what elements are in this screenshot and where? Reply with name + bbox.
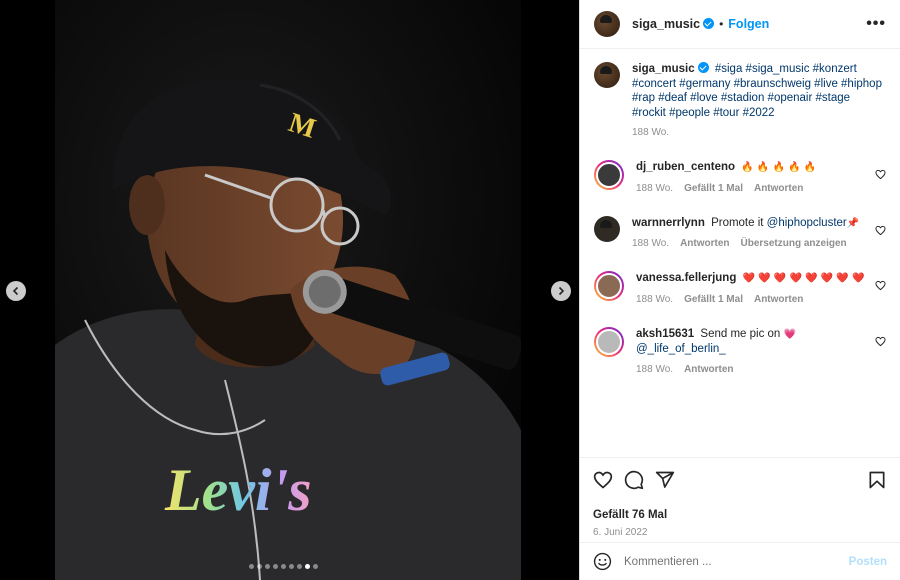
post-date[interactable]: 6. Juni 2022 (593, 527, 887, 538)
comment-username[interactable]: warnnerrlynn (632, 217, 705, 229)
reply-button[interactable]: Antworten (754, 183, 803, 194)
caption-time[interactable]: 188 Wo. (632, 127, 669, 138)
comment-username[interactable]: aksh15631 (636, 328, 694, 340)
save-bookmark-icon[interactable] (867, 470, 887, 490)
like-comment-icon[interactable] (875, 169, 886, 180)
likes-count[interactable]: Gefällt 76 Mal (593, 509, 887, 521)
comment-time[interactable]: 188 Wo. (632, 238, 669, 249)
list-item: dj_ruben_centeno 🔥 🔥 🔥 🔥 🔥 188 Wo. Gefäl… (594, 160, 886, 194)
verified-badge-icon (697, 62, 709, 73)
comment-icon[interactable] (624, 470, 644, 490)
carousel-dot (273, 564, 278, 569)
mention-link[interactable]: @_life_of_berlin_ (636, 343, 726, 355)
next-image-button[interactable] (551, 281, 571, 301)
post-side-panel: siga_music • Folgen ••• siga_music #siga… (579, 0, 900, 580)
reply-button[interactable]: Antworten (680, 238, 729, 249)
pin-emoji: 📌 (846, 217, 860, 229)
header-separator: • (719, 17, 724, 31)
carousel-dot (249, 564, 254, 569)
list-item: aksh15631 Send me pic on 💗 @_life_of_ber… (594, 326, 886, 375)
share-icon[interactable] (655, 470, 675, 490)
comment-input[interactable]: Kommentieren ... (624, 556, 849, 568)
carousel-dot (305, 564, 310, 569)
list-item: vanessa.fellerjung ❤️ ❤️ ❤️ ❤️ ❤️ ❤️ ❤️ … (594, 271, 886, 305)
carousel-dot (297, 564, 302, 569)
emoji-icon[interactable] (593, 552, 612, 571)
comment-text: Send me pic on (700, 327, 784, 340)
comment-username[interactable]: dj_ruben_centeno (636, 161, 735, 173)
like-heart-icon[interactable] (593, 470, 613, 490)
chevron-right-icon (558, 286, 565, 296)
carousel-dot (289, 564, 294, 569)
reply-button[interactable]: Antworten (754, 294, 803, 305)
levis-logo: Levi's (164, 457, 312, 523)
comment-username[interactable]: vanessa.fellerjung (636, 272, 736, 284)
header-username[interactable]: siga_music (632, 17, 715, 31)
avatar[interactable] (594, 271, 624, 301)
add-comment-bar: Kommentieren ... Posten (580, 542, 900, 580)
carousel-dot (265, 564, 270, 569)
avatar[interactable] (594, 160, 624, 190)
chevron-left-icon (12, 286, 19, 296)
caption-avatar[interactable] (594, 62, 620, 88)
carousel-dot (313, 564, 318, 569)
like-comment-icon[interactable] (875, 225, 886, 236)
like-comment-icon[interactable] (875, 280, 886, 291)
post-photo[interactable]: M Levi's (55, 0, 521, 580)
comment-text: ❤️ ❤️ ❤️ ❤️ ❤️ ❤️ ❤️ ❤️ (742, 273, 865, 284)
post-comment-button[interactable]: Posten (849, 556, 887, 568)
like-comment-icon[interactable] (875, 336, 886, 347)
avatar[interactable] (594, 326, 624, 357)
comment-text: 🔥 🔥 🔥 🔥 🔥 (741, 162, 817, 173)
previous-image-button[interactable] (6, 281, 26, 301)
comment-likes[interactable]: Gefällt 1 Mal (684, 183, 743, 194)
caption-username[interactable]: siga_music (632, 62, 709, 75)
comment-text: Promote it (711, 216, 767, 229)
carousel-dot (257, 564, 262, 569)
follow-button[interactable]: Folgen (728, 17, 769, 31)
heart-emoji: 💗 (783, 328, 796, 340)
more-options-icon[interactable]: ••• (866, 15, 886, 33)
comment-time[interactable]: 188 Wo. (636, 364, 673, 375)
performer-illustration: M Levi's (55, 0, 521, 580)
list-item: warnnerrlynn Promote it @hiphopcluster📌 … (594, 215, 886, 249)
post-actions: Gefällt 76 Mal 6. Juni 2022 (580, 457, 900, 538)
post-media: M Levi's (0, 0, 579, 580)
verified-badge-icon (703, 18, 715, 29)
reply-button[interactable]: Antworten (684, 364, 733, 375)
avatar[interactable] (594, 215, 620, 242)
post-header: siga_music • Folgen ••• (580, 0, 900, 49)
avatar[interactable] (594, 11, 620, 37)
carousel-indicator (249, 564, 318, 569)
post-caption: siga_music #siga #siga_music #konzert #c… (594, 62, 886, 138)
translate-button[interactable]: Übersetzung anzeigen (741, 238, 847, 249)
comment-time[interactable]: 188 Wo. (636, 294, 673, 305)
carousel-dot (281, 564, 286, 569)
comment-likes[interactable]: Gefällt 1 Mal (684, 294, 743, 305)
comment-time[interactable]: 188 Wo. (636, 183, 673, 194)
mention-link[interactable]: @hiphopcluster (767, 217, 847, 229)
comments-list[interactable]: siga_music #siga #siga_music #konzert #c… (580, 50, 900, 457)
